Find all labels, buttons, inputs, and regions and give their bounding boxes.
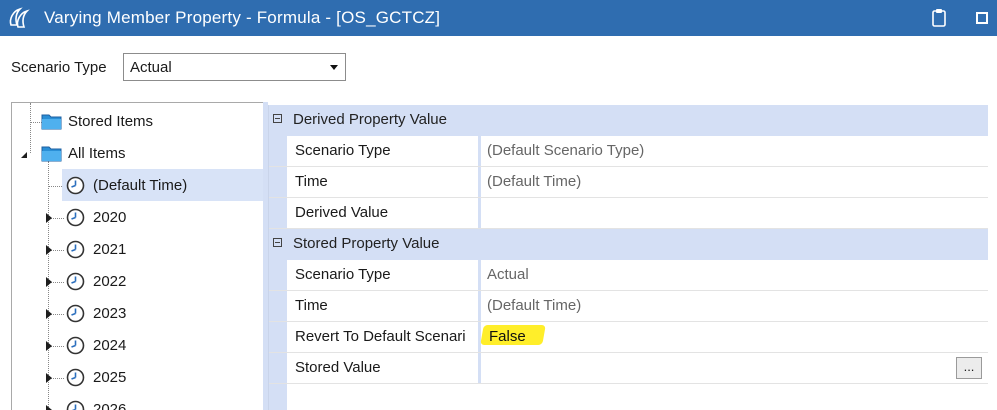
column-separator bbox=[478, 136, 481, 166]
clipboard-icon[interactable] bbox=[932, 8, 946, 27]
property-name: Time bbox=[295, 173, 328, 190]
scenario-type-value: Actual bbox=[130, 59, 172, 76]
tree-item-2025[interactable]: 2025 bbox=[12, 364, 262, 392]
category-stored-property-value[interactable]: Stored Property Value bbox=[269, 229, 988, 260]
category-derived-property-value[interactable]: Derived Property Value bbox=[269, 105, 988, 136]
property-name: Time bbox=[295, 297, 328, 314]
ellipsis-button[interactable]: ... bbox=[956, 357, 982, 379]
property-value: Actual bbox=[487, 266, 529, 283]
category-header: Stored Property Value bbox=[293, 235, 440, 252]
property-name: Scenario Type bbox=[295, 266, 391, 283]
expand-toggle-icon[interactable] bbox=[46, 405, 52, 410]
column-separator bbox=[478, 260, 481, 290]
expand-toggle-icon[interactable] bbox=[46, 373, 52, 383]
clock-icon bbox=[66, 208, 85, 227]
clock-icon bbox=[66, 240, 85, 259]
tree-item-label: Stored Items bbox=[68, 113, 154, 130]
property-name: Scenario Type bbox=[295, 142, 391, 159]
scenario-type-label: Scenario Type bbox=[11, 59, 107, 76]
expand-toggle-icon[interactable] bbox=[46, 245, 52, 255]
clock-icon bbox=[66, 176, 85, 195]
expand-toggle-icon[interactable] bbox=[46, 341, 52, 351]
column-separator bbox=[478, 229, 481, 259]
collapse-icon[interactable] bbox=[273, 114, 282, 123]
tree-item-stored-items[interactable]: Stored Items bbox=[12, 108, 262, 136]
title-bar: Varying Member Property - Formula - [OS_… bbox=[0, 0, 997, 36]
property-value: (Default Time) bbox=[487, 297, 582, 314]
tree-item-2023[interactable]: 2023 bbox=[12, 300, 262, 328]
property-row-stored-value[interactable]: Stored Value ... bbox=[269, 353, 988, 384]
expand-toggle-icon[interactable] bbox=[21, 152, 27, 158]
property-name: Revert To Default Scenari bbox=[295, 328, 466, 345]
expand-toggle-icon[interactable] bbox=[46, 213, 52, 223]
expand-toggle-icon[interactable] bbox=[46, 309, 52, 319]
property-row-stored-scenario-type[interactable]: Scenario Type Actual bbox=[269, 260, 988, 291]
property-value[interactable]: False bbox=[489, 328, 526, 345]
tree-item-label: 2024 bbox=[93, 337, 127, 354]
time-tree: Stored Items All Items (Default Time) 20… bbox=[11, 102, 263, 410]
chevron-down-icon[interactable] bbox=[330, 65, 338, 70]
property-grid: Derived Property Value Scenario Type (De… bbox=[268, 105, 988, 410]
column-separator bbox=[478, 291, 481, 321]
tree-item-label: 2022 bbox=[93, 273, 127, 290]
expand-toggle-icon[interactable] bbox=[46, 277, 52, 287]
tree-item-label: 2023 bbox=[93, 305, 127, 322]
category-header: Derived Property Value bbox=[293, 111, 447, 128]
tree-item-2026[interactable]: 2026 bbox=[12, 396, 262, 410]
tree-item-label: (Default Time) bbox=[93, 177, 188, 194]
tree-item-all-items[interactable]: All Items bbox=[12, 140, 262, 168]
tree-item-label: 2025 bbox=[93, 369, 127, 386]
tree-item-2020[interactable]: 2020 bbox=[12, 204, 262, 232]
column-separator bbox=[478, 105, 481, 135]
clock-icon bbox=[66, 400, 85, 410]
property-row-derived-value[interactable]: Derived Value bbox=[269, 198, 988, 229]
collapse-icon[interactable] bbox=[273, 238, 282, 247]
clock-icon bbox=[66, 304, 85, 323]
property-row-derived-scenario-type[interactable]: Scenario Type (Default Scenario Type) bbox=[269, 136, 988, 167]
tree-item-2024[interactable]: 2024 bbox=[12, 332, 262, 360]
folder-icon bbox=[41, 146, 62, 162]
window-title: Varying Member Property - Formula - [OS_… bbox=[44, 8, 441, 27]
tree-item-label: 2020 bbox=[93, 209, 127, 226]
tree-item-default-time[interactable]: (Default Time) bbox=[62, 172, 262, 200]
tree-item-label: 2021 bbox=[93, 241, 127, 258]
app-logo-icon bbox=[9, 7, 30, 28]
clock-icon bbox=[66, 336, 85, 355]
property-row-stored-time[interactable]: Time (Default Time) bbox=[269, 291, 988, 322]
property-name: Stored Value bbox=[295, 359, 381, 376]
property-value: (Default Time) bbox=[487, 173, 582, 190]
tree-item-label: 2026 bbox=[93, 401, 127, 410]
column-separator bbox=[478, 353, 481, 383]
property-row-revert-to-default[interactable]: Revert To Default Scenari False bbox=[269, 322, 988, 353]
clock-icon bbox=[66, 272, 85, 291]
tree-item-2022[interactable]: 2022 bbox=[12, 268, 262, 296]
property-row-derived-time[interactable]: Time (Default Time) bbox=[269, 167, 988, 198]
column-separator bbox=[478, 167, 481, 197]
property-value: (Default Scenario Type) bbox=[487, 142, 645, 159]
tree-item-2021[interactable]: 2021 bbox=[12, 236, 262, 264]
clock-icon bbox=[66, 368, 85, 387]
property-name: Derived Value bbox=[295, 204, 389, 221]
column-separator bbox=[478, 198, 481, 228]
maximize-icon[interactable] bbox=[976, 12, 988, 24]
scenario-type-dropdown[interactable]: Actual bbox=[123, 53, 346, 81]
tree-item-label: All Items bbox=[68, 145, 126, 162]
folder-icon bbox=[41, 114, 62, 130]
